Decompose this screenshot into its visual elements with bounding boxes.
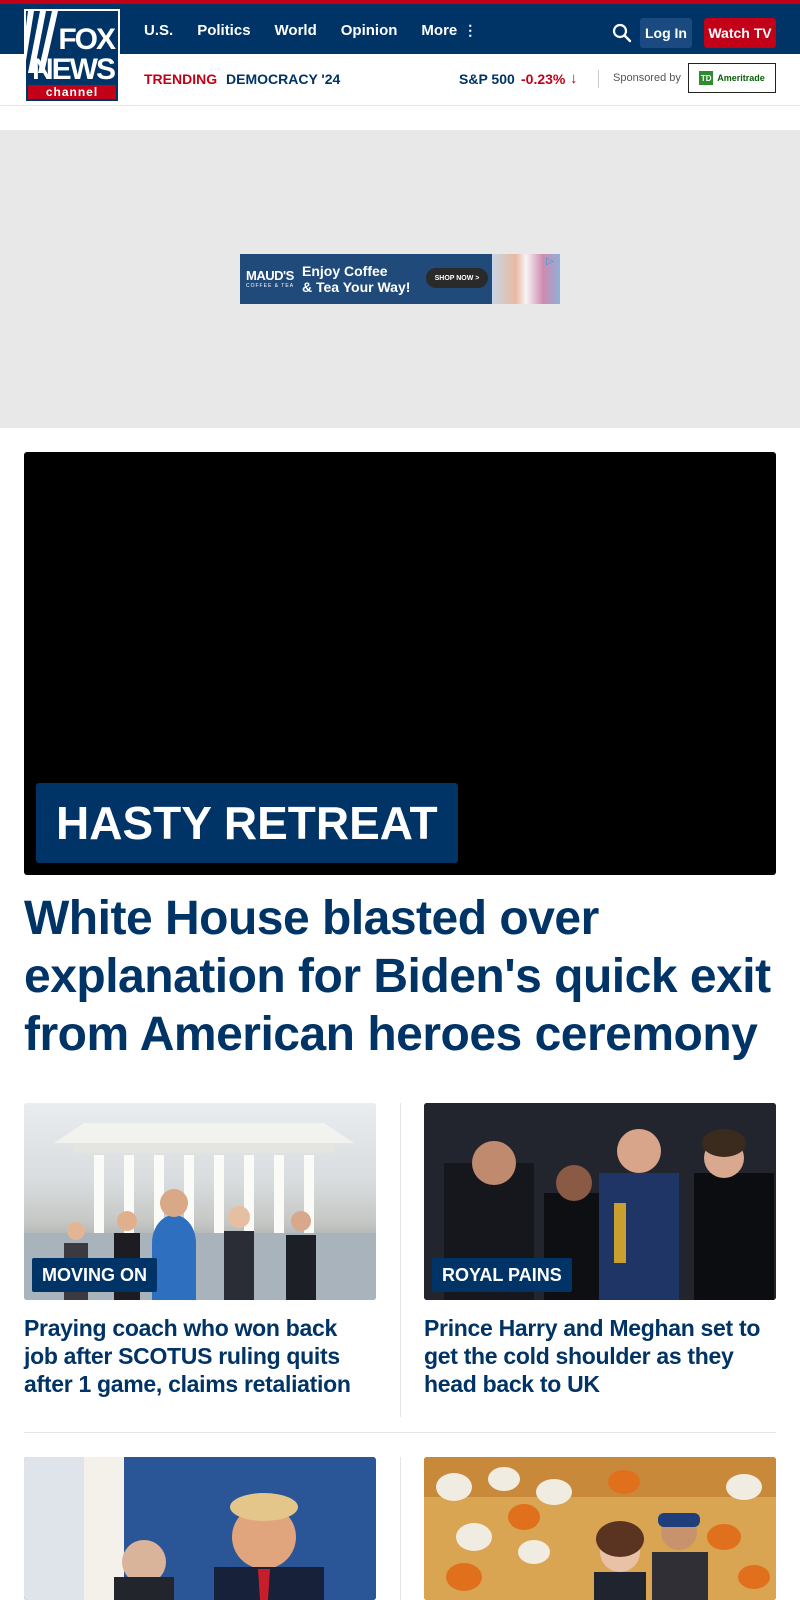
- story-photo[interactable]: [24, 1457, 376, 1600]
- press-photo-illustration: [24, 1457, 376, 1600]
- login-button[interactable]: Log In: [640, 18, 692, 48]
- ad-choices-icon[interactable]: ▷: [546, 256, 558, 268]
- nav-item-politics[interactable]: Politics: [197, 22, 250, 39]
- search-icon[interactable]: [612, 23, 632, 43]
- fox-news-logo[interactable]: FOX NEWS channel: [24, 9, 120, 103]
- trending-label: TRENDING: [144, 71, 218, 87]
- trending-topic-link[interactable]: DEMOCRACY '24: [226, 71, 340, 87]
- story-headline[interactable]: Prince Harry and Meghan set to get the c…: [424, 1314, 776, 1398]
- story-card[interactable]: ROYAL PAINS Prince Harry and Meghan set …: [424, 1103, 776, 1398]
- story-photo[interactable]: ROYAL PAINS: [424, 1103, 776, 1300]
- story-card[interactable]: [24, 1457, 376, 1600]
- market-index-name[interactable]: S&P 500: [459, 71, 515, 87]
- nav-more-label: More: [421, 22, 458, 39]
- story-photo[interactable]: MOVING ON: [24, 1103, 376, 1300]
- td-logo-icon: TD: [699, 71, 714, 85]
- ad-headline-line1: Enjoy Coffee: [302, 263, 388, 279]
- ad-headline-line2: & Tea Your Way!: [302, 279, 411, 295]
- story-photo[interactable]: [424, 1457, 776, 1600]
- logo-channel-text: channel: [28, 85, 116, 99]
- row-divider: [24, 1432, 776, 1433]
- ad-banner[interactable]: MAUD'S COFFEE & TEA Enjoy Coffee & Tea Y…: [240, 254, 560, 304]
- pumpkin-photo-illustration: [424, 1457, 776, 1600]
- top-nav-bar: U.S. Politics World Opinion More ⋮ Log I…: [0, 0, 800, 54]
- column-divider: [400, 1457, 401, 1600]
- column-divider: [400, 1103, 401, 1417]
- ad-shop-now-button[interactable]: SHOP NOW >: [426, 268, 488, 288]
- logo-fox-text: FOX: [58, 23, 116, 56]
- story-kicker-tag: ROYAL PAINS: [432, 1258, 572, 1292]
- sponsored-by-label: Sponsored by: [613, 72, 681, 84]
- story-card[interactable]: MOVING ON Praying coach who won back job…: [24, 1103, 376, 1398]
- nav-item-more[interactable]: More ⋮: [421, 22, 477, 39]
- sponsor-name: Ameritrade: [717, 73, 765, 83]
- ad-container: MAUD'S COFFEE & TEA Enjoy Coffee & Tea Y…: [0, 130, 800, 428]
- hero-headline[interactable]: White House blasted over explanation for…: [24, 890, 776, 1064]
- main-nav: U.S. Politics World Opinion More ⋮: [144, 22, 477, 39]
- story-kicker-tag: MOVING ON: [32, 1258, 158, 1292]
- logo-news-text: NEWS: [32, 53, 116, 86]
- ad-brand-tagline: COFFEE & TEA: [246, 283, 295, 289]
- sponsor-divider: [598, 70, 599, 88]
- sponsor-logo[interactable]: TD Ameritrade: [688, 63, 776, 93]
- watch-tv-button[interactable]: Watch TV: [704, 18, 776, 48]
- nav-item-world[interactable]: World: [275, 22, 317, 39]
- story-card[interactable]: [424, 1457, 776, 1600]
- ad-brand-name: MAUD'S: [246, 268, 294, 283]
- sub-nav-bar: TRENDING DEMOCRACY '24 S&P 500 -0.23% ↓ …: [0, 54, 800, 106]
- more-dots-icon: ⋮: [463, 22, 478, 38]
- hero-kicker-tag: HASTY RETREAT: [36, 783, 458, 863]
- hero-video-player[interactable]: HASTY RETREAT: [24, 452, 776, 875]
- nav-item-us[interactable]: U.S.: [144, 22, 173, 39]
- arrow-down-icon: ↓: [570, 70, 578, 87]
- nav-item-opinion[interactable]: Opinion: [341, 22, 398, 39]
- market-index-change: -0.23%: [521, 71, 566, 87]
- story-headline[interactable]: Praying coach who won back job after SCO…: [24, 1314, 376, 1398]
- ad-brand-logo: MAUD'S COFFEE & TEA: [246, 268, 294, 289]
